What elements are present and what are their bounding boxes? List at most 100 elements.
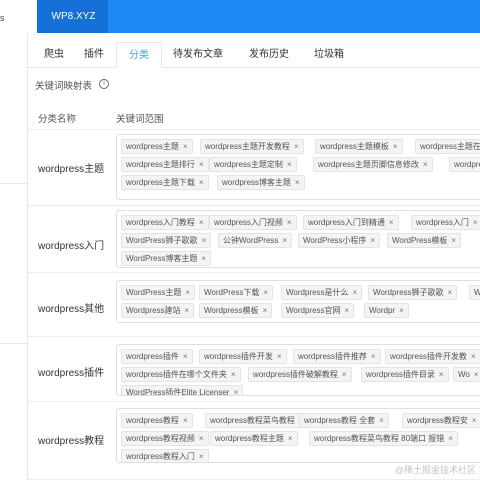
remove-tag-icon[interactable]: ×	[448, 288, 453, 297]
remove-tag-icon[interactable]: ×	[371, 352, 376, 361]
keyword-tag-label: wordpress博客主题	[222, 178, 291, 187]
remove-tag-icon[interactable]: ×	[287, 160, 292, 169]
remove-tag-icon[interactable]: ×	[233, 388, 238, 395]
keyword-tag-label: WordPress主题	[126, 288, 182, 297]
keyword-tag: wordpress插件开发 ×	[199, 349, 287, 364]
keyword-tag: wordpress入门视频 ×	[209, 215, 297, 230]
keyword-tag: wordpress主题模板 ×	[315, 139, 403, 154]
section-title: 关键词映射表	[35, 81, 93, 92]
keyword-tag: wordpress博客主题 ×	[217, 175, 305, 190]
remove-tag-icon[interactable]: ×	[353, 288, 358, 297]
remove-tag-icon[interactable]: ×	[183, 352, 188, 361]
info-icon[interactable]: i	[99, 79, 109, 89]
remove-tag-icon[interactable]: ×	[199, 452, 204, 461]
keyword-tag-label: wordpress插件开发	[204, 352, 273, 361]
keyword-tag-label: wordpress入门视频	[214, 218, 283, 227]
keyword-tag-label: WordPress小程序	[303, 236, 367, 245]
keyword-tag-label: WordPress下载	[204, 288, 260, 297]
tab-pending-articles[interactable]: 待发布文章	[166, 42, 230, 68]
keyword-tag: wordpress主题下载 ×	[121, 175, 209, 190]
keyword-tag-label: wordpress入门教程	[126, 218, 195, 227]
remove-tag-icon[interactable]: ×	[389, 218, 394, 227]
remove-tag-icon[interactable]: ×	[379, 416, 384, 425]
remove-tag-icon[interactable]: ×	[288, 434, 293, 443]
remove-tag-icon[interactable]: ×	[199, 178, 204, 187]
top-tab-bar: WP8.XYZ	[37, 0, 480, 33]
keyword-tag: WordPress主题 ×	[121, 285, 196, 300]
keyword-tag: wordpress主题页脚信息修改 ×	[313, 157, 433, 172]
keyword-tag-label: wordpress主题模板	[320, 142, 389, 151]
remove-tag-icon[interactable]: ×	[471, 352, 476, 361]
keyword-tag-input[interactable]: wordpress入门教程 × wordpress入门视频 × wordpress入门到…	[116, 210, 480, 268]
keyword-tag-label: wordpress主题下载	[126, 178, 195, 187]
remove-tag-icon[interactable]: ×	[185, 288, 190, 297]
remove-tag-icon[interactable]: ×	[282, 236, 287, 245]
keyword-tag-label: wordpress入门到精通	[308, 218, 385, 227]
tab-categories[interactable]: 分类	[116, 42, 162, 68]
keyword-tag: wordpress入门 ×	[411, 215, 480, 230]
main-panel: 爬虫 插件 分类 待发布文章 发布历史 垃圾箱 关键词映射表 i 分类名称 关键…	[28, 33, 480, 480]
remove-tag-icon[interactable]: ×	[263, 288, 268, 297]
remove-tag-icon[interactable]: ×	[342, 370, 347, 379]
keyword-tag: Wo ×	[453, 367, 480, 382]
remove-tag-icon[interactable]: ×	[474, 370, 479, 379]
remove-tag-icon[interactable]: ×	[287, 218, 292, 227]
remove-tag-icon[interactable]: ×	[199, 160, 204, 169]
header-keywords: 关键词范围	[116, 114, 164, 125]
remove-tag-icon[interactable]: ×	[231, 370, 236, 379]
remove-tag-icon[interactable]: ×	[345, 306, 350, 315]
keyword-tag: wordpress教程入门 ×	[121, 449, 209, 462]
keyword-tag: wordpress入门教程 ×	[121, 215, 209, 230]
site-tab[interactable]: WP8.XYZ	[37, 0, 108, 33]
tab-plugins[interactable]: 插件	[76, 42, 112, 68]
keyword-tag-input[interactable]: wordpress教程×wordpress教程菜鸟教程×wordpress教程 …	[116, 408, 480, 463]
remove-tag-icon[interactable]: ×	[295, 178, 300, 187]
keyword-tag-input[interactable]: wordpress插件 × wordpress插件开发 × wordpress插件推荐 ×…	[116, 344, 480, 396]
remove-tag-icon[interactable]: ×	[201, 236, 206, 245]
keyword-tag: Wordpress是什么 ×	[281, 285, 363, 300]
remove-tag-icon[interactable]: ×	[473, 218, 478, 227]
remove-tag-icon[interactable]: ×	[294, 142, 299, 151]
remove-tag-icon[interactable]: ×	[263, 306, 268, 315]
remove-tag-icon[interactable]: ×	[277, 352, 282, 361]
remove-tag-icon[interactable]: ×	[448, 434, 453, 443]
table-row: wordpress插件 wordpress插件 × wordpress插件开发 × wor…	[28, 337, 480, 402]
remove-tag-icon[interactable]: ×	[199, 434, 204, 443]
keyword-tag: wordpress主题排行 ×	[121, 157, 209, 172]
remove-tag-icon[interactable]: ×	[451, 236, 456, 245]
remove-tag-icon[interactable]: ×	[370, 236, 375, 245]
tab-publish-history[interactable]: 发布历史	[240, 42, 298, 68]
category-name: wordpress教程	[38, 436, 105, 447]
remove-tag-icon[interactable]: ×	[439, 370, 444, 379]
keyword-tag: wordpress主题开发教程 ×	[200, 139, 304, 154]
keyword-tag: wordpress主题 ×	[121, 139, 193, 154]
keyword-tag-label: wordpress主题开发教程	[205, 142, 290, 151]
keyword-tag-label: wordpress主题在	[420, 142, 480, 151]
remove-tag-icon[interactable]: ×	[183, 416, 188, 425]
keyword-tag: wordpress教程菜鸟教程×	[205, 413, 309, 428]
keyword-tag: wordpress插件 ×	[121, 349, 193, 364]
remove-tag-icon[interactable]: ×	[185, 306, 190, 315]
keyword-tag: wordpress插件破解教程 ×	[248, 367, 352, 382]
keyword-tag-label: wordpress主题定制	[214, 160, 283, 169]
keyword-tag: WordPress插件Elite Licenser ×	[121, 385, 244, 395]
remove-tag-icon[interactable]: ×	[472, 416, 477, 425]
remove-tag-icon[interactable]: ×	[399, 306, 404, 315]
remove-tag-icon[interactable]: ×	[183, 142, 188, 151]
keyword-tag-label: WordPress狮子歌歌	[126, 236, 198, 245]
category-name: wordpress入门	[38, 241, 105, 252]
keyword-tag-input[interactable]: wordpress主题 × wordpress主题开发教程 × wordpress主题模…	[116, 134, 480, 200]
keyword-tag-label: Wordpr	[369, 306, 396, 315]
remove-tag-icon[interactable]: ×	[423, 160, 428, 169]
remove-tag-icon[interactable]: ×	[199, 218, 204, 227]
remove-tag-icon[interactable]: ×	[201, 254, 206, 263]
left-window-strip: s	[0, 0, 37, 33]
keyword-tag: WordPress博客主题 ×	[121, 251, 212, 266]
remove-tag-icon[interactable]: ×	[393, 142, 398, 151]
sidebar-divider	[0, 183, 28, 184]
tab-crawler[interactable]: 爬虫	[36, 42, 72, 68]
header-category: 分类名称	[38, 114, 77, 125]
keyword-tag-input[interactable]: WordPress主题 × WordPress下载 × Wordpress是什么 × Wor…	[116, 280, 480, 323]
tab-trash[interactable]: 垃圾箱	[306, 42, 352, 68]
table-row: wordpress入门 wordpress入门教程 × wordpress入门视频 × w…	[28, 206, 480, 273]
